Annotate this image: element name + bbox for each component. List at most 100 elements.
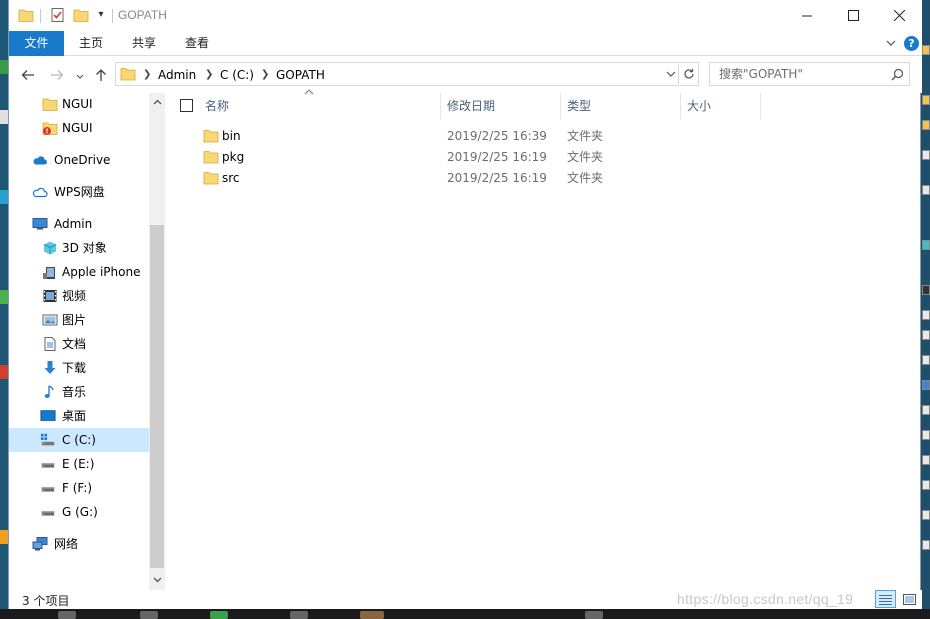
search-input[interactable] bbox=[719, 66, 879, 82]
sidebar-item-admin[interactable]: Admin bbox=[9, 212, 149, 236]
close-button[interactable] bbox=[876, 0, 922, 31]
folder-icon bbox=[203, 130, 219, 143]
breadcrumb-c-drive[interactable]: C (C:) bbox=[220, 67, 254, 83]
minimize-icon bbox=[801, 15, 812, 17]
sidebar-item-g-drive[interactable]: G (G:) bbox=[9, 500, 149, 524]
wps-cloud-icon bbox=[32, 187, 48, 198]
sidebar-item-e-drive[interactable]: E (E:) bbox=[9, 452, 149, 476]
file-list: 名称 修改日期 类型 大小 bin 2019/2/25 16:39 文件夹 pk… bbox=[165, 89, 922, 590]
sidebar-item-label: 网络 bbox=[54, 537, 79, 551]
up-arrow-icon[interactable] bbox=[93, 67, 109, 83]
search-box[interactable] bbox=[709, 62, 910, 86]
tab-home[interactable]: 主页 bbox=[79, 31, 103, 56]
search-icon[interactable] bbox=[891, 68, 904, 81]
navigation-scrollbar[interactable] bbox=[149, 93, 165, 590]
column-divider[interactable] bbox=[440, 93, 441, 119]
properties-icon[interactable] bbox=[50, 7, 66, 23]
music-icon bbox=[44, 385, 54, 398]
new-folder-icon[interactable] bbox=[73, 7, 89, 23]
scroll-down-button[interactable] bbox=[149, 571, 165, 588]
column-header-date[interactable]: 修改日期 bbox=[447, 93, 495, 119]
sidebar-item-music[interactable]: 音乐 bbox=[9, 380, 149, 404]
sidebar-item-label: 音乐 bbox=[62, 385, 87, 399]
select-all-checkbox[interactable] bbox=[180, 99, 193, 112]
column-divider[interactable] bbox=[680, 93, 681, 119]
toolbar-separator bbox=[40, 9, 41, 23]
sidebar-item-onedrive[interactable]: OneDrive bbox=[9, 148, 149, 172]
explorer-window: ▾ GOPATH 文件 主页 共享 查看 ? ❯ Admin ❯ C (C:) … bbox=[8, 0, 922, 609]
drive-icon bbox=[41, 487, 55, 492]
column-divider[interactable] bbox=[560, 93, 561, 119]
sidebar-item-label: Apple iPhone bbox=[62, 265, 141, 279]
sidebar-item-documents[interactable]: 文档 bbox=[9, 332, 149, 356]
help-icon[interactable]: ? bbox=[904, 36, 919, 51]
file-type: 文件夹 bbox=[567, 171, 604, 185]
file-row[interactable]: src 2019/2/25 16:19 文件夹 bbox=[165, 168, 922, 189]
scroll-up-button[interactable] bbox=[149, 93, 165, 110]
sidebar-item-label: 文档 bbox=[62, 337, 87, 351]
customize-toolbar-dropdown-icon[interactable]: ▾ bbox=[95, 9, 107, 25]
sidebar-item-label: 3D 对象 bbox=[62, 241, 107, 255]
folder-icon bbox=[203, 172, 219, 185]
back-arrow-icon[interactable] bbox=[20, 67, 36, 83]
details-view-icon bbox=[879, 594, 892, 605]
sidebar-item-label: G (G:) bbox=[62, 505, 98, 519]
recent-locations-chevron-icon[interactable] bbox=[75, 69, 85, 85]
file-row[interactable]: bin 2019/2/25 16:39 文件夹 bbox=[165, 126, 922, 147]
sidebar-item-ngui-warning[interactable]: NGUI bbox=[9, 116, 149, 140]
column-divider[interactable] bbox=[760, 93, 761, 119]
sidebar-item-iphone[interactable]: Apple iPhone bbox=[9, 260, 149, 284]
address-toolbar: ❯ Admin ❯ C (C:) ❯ GOPATH bbox=[9, 56, 922, 93]
item-count: 3 个项目 bbox=[22, 594, 70, 608]
column-header-name[interactable]: 名称 bbox=[205, 93, 229, 119]
breadcrumb-separator-icon[interactable]: ❯ bbox=[261, 67, 269, 83]
sidebar-item-c-drive[interactable]: C (C:) bbox=[9, 428, 149, 452]
desktop-icon bbox=[40, 410, 56, 421]
column-header-size[interactable]: 大小 bbox=[687, 93, 711, 119]
address-dropdown-chevron-icon[interactable] bbox=[665, 68, 677, 80]
sidebar-item-videos[interactable]: 视频 bbox=[9, 284, 149, 308]
desktop-right-edge bbox=[921, 0, 930, 619]
sidebar-item-label: 下载 bbox=[62, 361, 87, 375]
file-row[interactable]: pkg 2019/2/25 16:19 文件夹 bbox=[165, 147, 922, 168]
file-name: pkg bbox=[222, 150, 245, 164]
breadcrumb-gopath[interactable]: GOPATH bbox=[276, 67, 325, 83]
details-view-button[interactable] bbox=[875, 590, 896, 608]
large-icons-view-button[interactable] bbox=[899, 590, 920, 608]
breadcrumb-admin[interactable]: Admin bbox=[158, 67, 196, 83]
tab-view[interactable]: 查看 bbox=[185, 31, 209, 56]
minimize-button[interactable] bbox=[784, 0, 830, 31]
tab-file[interactable]: 文件 bbox=[9, 31, 64, 56]
sidebar-item-desktop[interactable]: 桌面 bbox=[9, 404, 149, 428]
computer-icon bbox=[32, 218, 48, 230]
sidebar-item-f-drive[interactable]: F (F:) bbox=[9, 476, 149, 500]
sidebar-item-ngui[interactable]: NGUI bbox=[9, 93, 149, 116]
pictures-icon bbox=[42, 314, 58, 326]
refresh-button[interactable] bbox=[680, 62, 699, 86]
file-name: src bbox=[222, 171, 240, 185]
maximize-button[interactable] bbox=[830, 0, 876, 31]
scrollbar-thumb[interactable] bbox=[150, 225, 164, 568]
tab-share[interactable]: 共享 bbox=[132, 31, 156, 56]
watermark-text: https://blog.csdn.net/qq_19 bbox=[677, 591, 854, 607]
sidebar-item-downloads[interactable]: 下载 bbox=[9, 356, 149, 380]
ribbon-tabs: 文件 主页 共享 查看 ? bbox=[9, 31, 922, 56]
file-name: bin bbox=[222, 129, 241, 143]
address-bar[interactable]: ❯ Admin ❯ C (C:) ❯ GOPATH bbox=[115, 62, 679, 86]
windows-drive-icon bbox=[40, 433, 55, 446]
chevron-down-icon bbox=[153, 577, 161, 582]
large-icons-view-icon bbox=[903, 593, 916, 605]
sidebar-item-3d-objects[interactable]: 3D 对象 bbox=[9, 236, 149, 260]
sidebar-item-wps[interactable]: WPS网盘 bbox=[9, 180, 149, 204]
3d-objects-icon bbox=[43, 241, 57, 255]
sidebar-item-network[interactable]: 网络 bbox=[9, 532, 149, 556]
sidebar-item-pictures[interactable]: 图片 bbox=[9, 308, 149, 332]
column-header-type[interactable]: 类型 bbox=[567, 93, 591, 119]
sidebar-item-label: OneDrive bbox=[54, 153, 111, 167]
breadcrumb-separator-icon[interactable]: ❯ bbox=[205, 67, 213, 83]
breadcrumb-separator-icon[interactable]: ❯ bbox=[143, 67, 151, 83]
expand-ribbon-chevron-icon[interactable] bbox=[885, 37, 897, 49]
forward-arrow-icon[interactable] bbox=[49, 67, 65, 83]
sidebar-item-label: 桌面 bbox=[62, 409, 87, 423]
close-icon bbox=[893, 10, 905, 21]
